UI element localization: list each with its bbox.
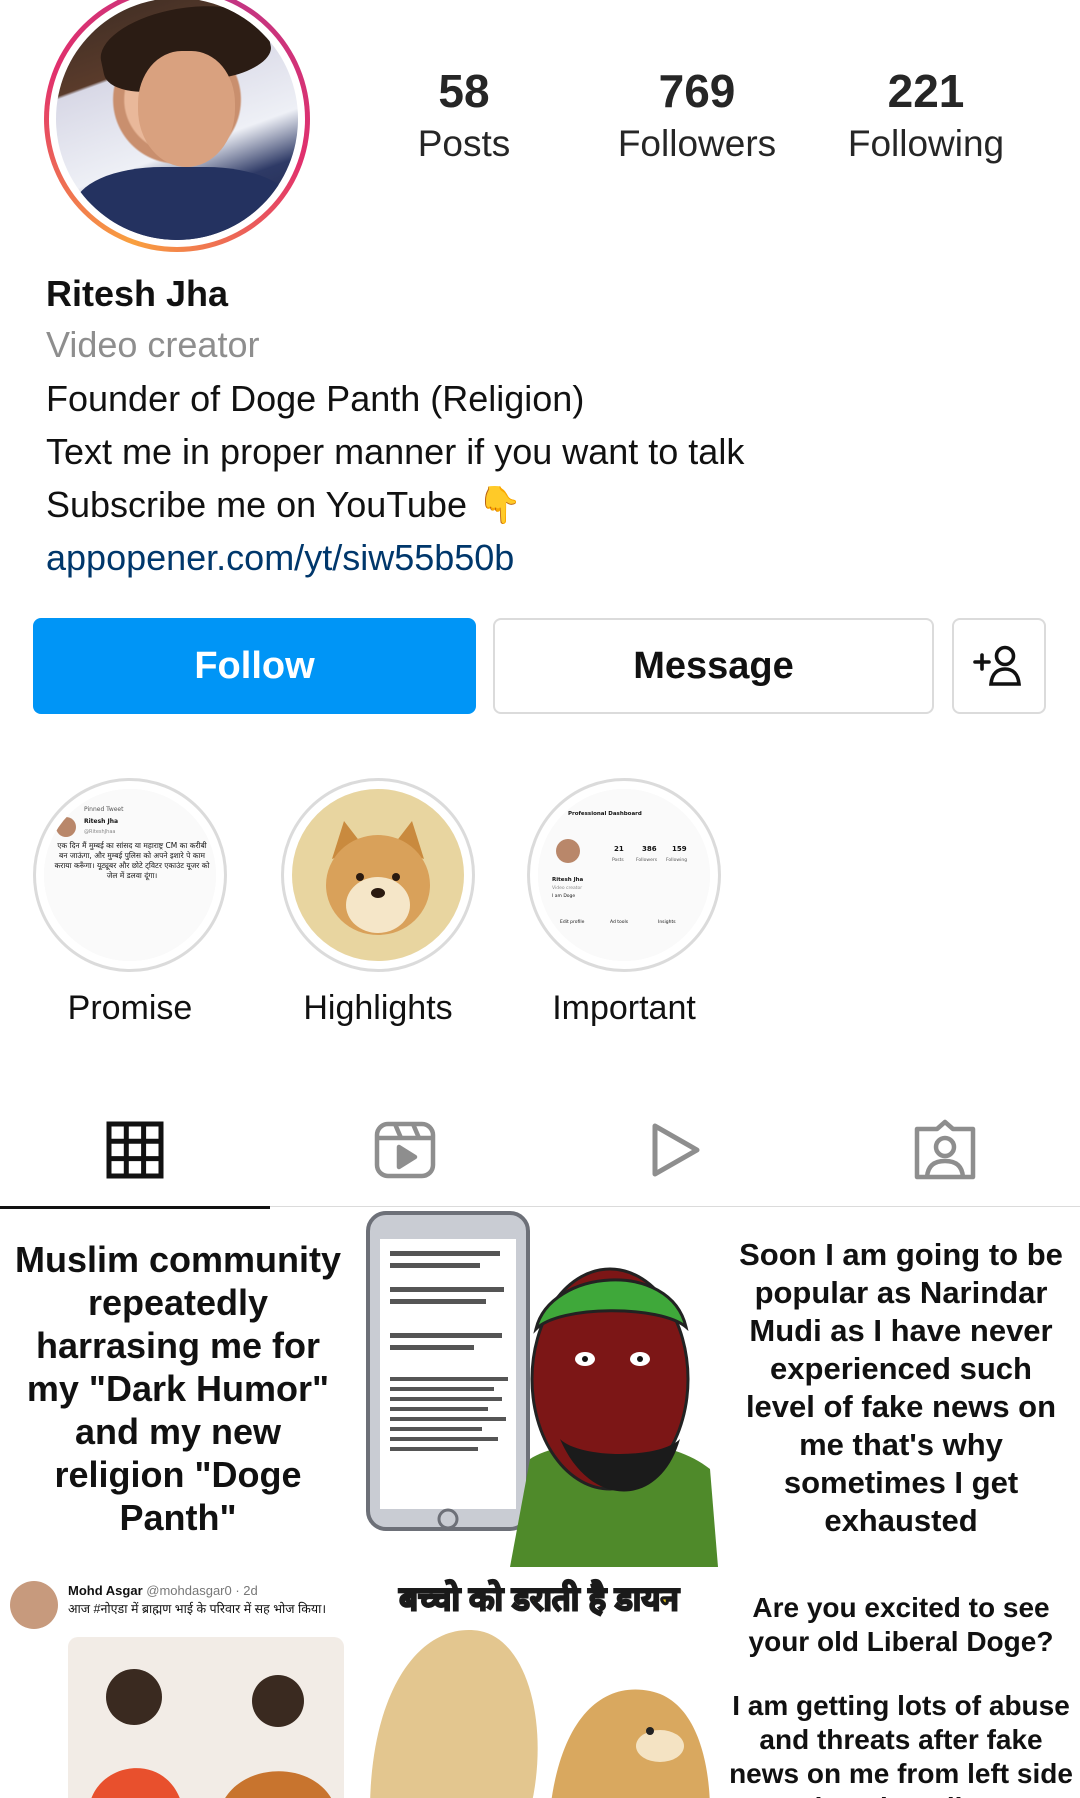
suggested-accounts-button[interactable] [952, 618, 1046, 714]
add-person-icon [973, 645, 1021, 686]
profile-link[interactable]: appopener.com/yt/siw55b50b [46, 531, 1046, 584]
promise-name: Ritesh Jha [84, 818, 118, 825]
post-6-text-2: I am getting lots of abuse and threats a… [729, 1690, 1073, 1798]
highlight-label-important: Important [552, 989, 696, 1027]
tab-tagged[interactable] [810, 1093, 1080, 1207]
post-2[interactable] [360, 1209, 718, 1567]
tab-reels[interactable] [270, 1093, 540, 1207]
bio-line-1: Founder of Doge Panth (Religion) [46, 378, 585, 419]
profile-name: Ritesh Jha [46, 273, 229, 314]
profile-tabs [0, 1093, 1080, 1209]
highlight-promise-thumb: Pinned Tweet Ritesh Jha @RiteshJhaa एक द… [44, 789, 216, 961]
highlight-important-thumb: Professional Dashboard 21 386 159 Posts … [538, 789, 710, 961]
profile-category: Video creator [46, 324, 260, 365]
post-1[interactable]: Muslim community repeatedly harrasing me… [0, 1209, 356, 1567]
follow-button[interactable]: Follow [33, 618, 476, 714]
highlight-label-highlights: Highlights [303, 989, 453, 1027]
bio-line-3: Subscribe me on YouTube 👇 [46, 484, 522, 525]
grid-icon [106, 1121, 164, 1179]
post-6[interactable]: Are you excited to see your old Liberal … [722, 1571, 1080, 1798]
highlight-highlights[interactable]: Highlights [281, 778, 475, 1030]
tab-videos[interactable] [540, 1093, 810, 1207]
important-name: Ritesh Jha [552, 877, 584, 883]
stat-posts[interactable]: 58 Posts [364, 62, 564, 168]
post-4-avatar [10, 1581, 58, 1629]
post-5-caption: बच्चो को डराती है डायन [398, 1579, 680, 1618]
post-4-text: आज #नोएडा में ब्राह्मण भाई के परिवार में… [68, 1602, 327, 1616]
followers-label: Followers [617, 123, 777, 164]
important-following: 159 [672, 845, 687, 853]
important-posts: 21 [614, 845, 624, 853]
promise-text: एक दिन मैं मुम्बई का सांसद या महाराष्ट्र… [54, 841, 210, 880]
important-btn-insights: Insights [658, 919, 676, 925]
tab-posts-grid[interactable] [0, 1093, 270, 1209]
posts-label: Posts [417, 123, 511, 164]
profile-bio: Ritesh Jha Video creator Founder of Doge… [46, 270, 1046, 584]
promise-handle: @RiteshJhaa [84, 829, 115, 835]
important-btn-edit: Edit profile [560, 919, 585, 925]
profile-avatar-ring[interactable] [44, 0, 310, 252]
message-button[interactable]: Message [493, 618, 934, 714]
post-4[interactable]: Mohd Asgar @mohdasgar0 · 2d आज #नोएडा मे… [0, 1571, 356, 1798]
post-5[interactable]: बच्चो को डराती है डायन [360, 1571, 718, 1798]
highlight-label-promise: Promise [67, 989, 193, 1027]
post-3-text: Soon I am going to be popular as Narinda… [739, 1237, 1063, 1538]
important-followers-label: Followers [636, 857, 658, 863]
important-category: Video creator [552, 885, 582, 891]
important-posts-label: Posts [612, 857, 624, 863]
important-bio: I am Doge [552, 893, 575, 899]
stat-followers[interactable]: 769 Followers [597, 62, 797, 168]
post-4-photo [68, 1637, 344, 1798]
important-title: Professional Dashboard [568, 811, 642, 817]
promise-pinned: Pinned Tweet [84, 806, 124, 813]
post-1-text: Muslim community repeatedly harrasing me… [14, 1238, 342, 1538]
post-2-image [360, 1209, 718, 1567]
highlight-promise[interactable]: Pinned Tweet Ritesh Jha @RiteshJhaa एक द… [33, 778, 227, 1030]
important-btn-ads: Ad tools [610, 919, 629, 925]
followers-count: 769 [658, 65, 736, 117]
highlight-doge-thumb [292, 789, 464, 961]
doge-image [292, 789, 464, 961]
video-play-icon [652, 1123, 700, 1177]
reels-icon [374, 1121, 436, 1179]
following-label: Following [847, 123, 1005, 164]
bio-line-2: Text me in proper manner if you want to … [46, 431, 745, 472]
tagged-person-icon [914, 1119, 976, 1180]
post-4-user: Mohd Asgar [68, 1583, 143, 1598]
posts-count: 58 [438, 65, 490, 117]
post-3[interactable]: Soon I am going to be popular as Narinda… [722, 1209, 1080, 1567]
important-followers: 386 [642, 845, 657, 853]
post-4-handle: @mohdasgar0 · 2d [146, 1583, 258, 1598]
stat-following[interactable]: 221 Following [826, 62, 1026, 168]
profile-avatar [56, 0, 298, 240]
following-count: 221 [887, 65, 965, 117]
important-following-label: Following [666, 857, 687, 863]
post-6-text-1: Are you excited to see your old Liberal … [748, 1592, 1054, 1657]
highlight-important[interactable]: Professional Dashboard 21 386 159 Posts … [527, 778, 721, 1030]
